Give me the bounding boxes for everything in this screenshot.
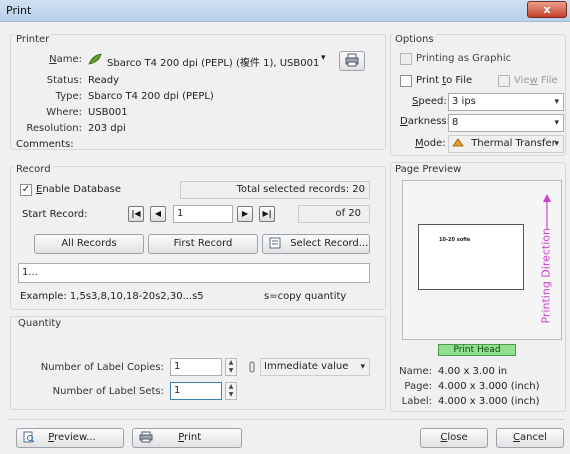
printer-name-label: Name: [49, 54, 82, 65]
enable-database-label: Enable Database [36, 184, 121, 195]
label-sets-stepper[interactable]: ▲ ▼ [225, 382, 237, 400]
printer-resolution-value: 203 dpi [88, 123, 126, 134]
select-record-icon [269, 237, 281, 249]
label-copies-input[interactable]: 1 [170, 358, 222, 376]
window-close-button[interactable]: x [527, 1, 567, 18]
last-record-nav-icon[interactable]: ▶| [259, 206, 275, 222]
preview-label-label: Label: [401, 396, 432, 407]
copy-quantity-hint: s=copy quantity [264, 291, 347, 302]
preview-page-value: 4.000 x 3.000 (inch) [438, 381, 540, 392]
printing-direction-indicator: Printing Direction [536, 192, 558, 324]
printer-icon [139, 431, 153, 443]
enable-database-checkbox[interactable]: ✓ [20, 184, 32, 196]
printer-resolution-label: Resolution: [26, 123, 82, 134]
printer-leaf-icon [88, 53, 102, 65]
print-to-file-checkbox[interactable] [400, 75, 412, 87]
close-button[interactable]: Close [420, 428, 488, 448]
darkness-label: Darkness: [400, 116, 451, 127]
printing-as-graphic-checkbox[interactable] [400, 53, 412, 65]
record-range-input[interactable]: 1... [18, 263, 370, 283]
preview-name-label: Name: [399, 366, 432, 377]
total-selected-records: Total selected records: 20 [180, 181, 370, 199]
select-record-button[interactable]: Select Record... [262, 234, 370, 254]
previous-record-nav-icon[interactable]: ◀ [150, 206, 166, 222]
print-button[interactable]: Print [132, 428, 242, 448]
speed-select[interactable]: 3 ips [448, 93, 564, 111]
immediate-value-icon [248, 361, 258, 373]
quantity-group-label: Quantity [16, 318, 64, 329]
printer-type-label: Type: [55, 91, 82, 102]
printer-group-label: Printer [14, 34, 52, 45]
printer-properties-button[interactable] [339, 51, 365, 71]
start-record-input[interactable]: 1 [173, 205, 233, 223]
speed-label: Speed: [412, 96, 447, 107]
options-group-label: Options [393, 34, 436, 45]
printing-as-graphic-label: Printing as Graphic [416, 53, 512, 64]
printer-where-label: Where: [46, 107, 82, 118]
label-copies-label: Number of Label Copies: [40, 362, 164, 373]
mode-select[interactable]: Thermal Transfer [448, 135, 564, 153]
darkness-select[interactable]: 8 [448, 114, 564, 132]
label-preview-text: 10-20 sofie [439, 237, 471, 243]
preview-label-value: 4.000 x 3.000 (inch) [438, 396, 540, 407]
label-sets-input[interactable]: 1 [170, 382, 222, 400]
mode-select-value: Thermal Transfer [471, 138, 556, 149]
all-records-button[interactable]: All Records [34, 234, 144, 254]
print-to-file-label: Print to File [416, 75, 473, 86]
magnifier-icon [23, 431, 35, 443]
preview-button[interactable]: Preview... [16, 428, 124, 448]
printer-status-label: Status: [46, 75, 82, 86]
record-group-label: Record [14, 164, 53, 175]
printer-type-value: Sbarco T4 200 dpi (PEPL) [88, 91, 214, 102]
mode-label: Mode: [415, 138, 446, 149]
title-bar: Print x [0, 0, 570, 22]
thermal-transfer-icon [452, 138, 464, 147]
view-file-label: View File [514, 75, 558, 86]
label-sets-label: Number of Label Sets: [52, 386, 164, 397]
window-title: Print [6, 4, 32, 17]
printer-status-value: Ready [88, 75, 120, 86]
printer-name-value[interactable]: Sbarco T4 200 dpi (PEPL) (複件 1), USB001 [107, 54, 319, 69]
cancel-button[interactable]: Cancel [496, 428, 564, 448]
preview-page-label: Page: [404, 381, 432, 392]
start-record-label: Start Record: [22, 209, 88, 220]
printer-name-dropdown-arrow-icon[interactable]: ▾ [321, 53, 326, 63]
printing-direction-text: Printing Direction [539, 227, 553, 324]
page-preview-label: Page Preview [393, 164, 464, 175]
first-record-nav-icon[interactable]: |◀ [128, 206, 144, 222]
record-total-count: of 20 [298, 205, 370, 223]
printer-comments-label: Comments: [16, 139, 74, 150]
first-record-button[interactable]: First Record [148, 234, 258, 254]
next-record-nav-icon[interactable]: ▶ [237, 206, 253, 222]
preview-name-value: 4.00 x 3.00 in [438, 366, 508, 377]
preview-button-label: Preview... [48, 432, 96, 443]
view-file-checkbox[interactable] [498, 75, 510, 87]
record-range-example: Example: 1,5s3,8,10,18-20s2,30...s5 [20, 291, 204, 302]
label-copies-stepper[interactable]: ▲ ▼ [225, 358, 237, 376]
print-button-label: Print [178, 432, 202, 443]
footer-divider [8, 419, 564, 420]
copies-mode-select[interactable]: Immediate value [260, 358, 370, 376]
print-head-indicator: Print Head [438, 344, 516, 356]
select-record-label: Select Record... [290, 238, 369, 249]
label-preview: 10-20 sofie [418, 224, 524, 290]
printer-where-value: USB001 [88, 107, 128, 118]
